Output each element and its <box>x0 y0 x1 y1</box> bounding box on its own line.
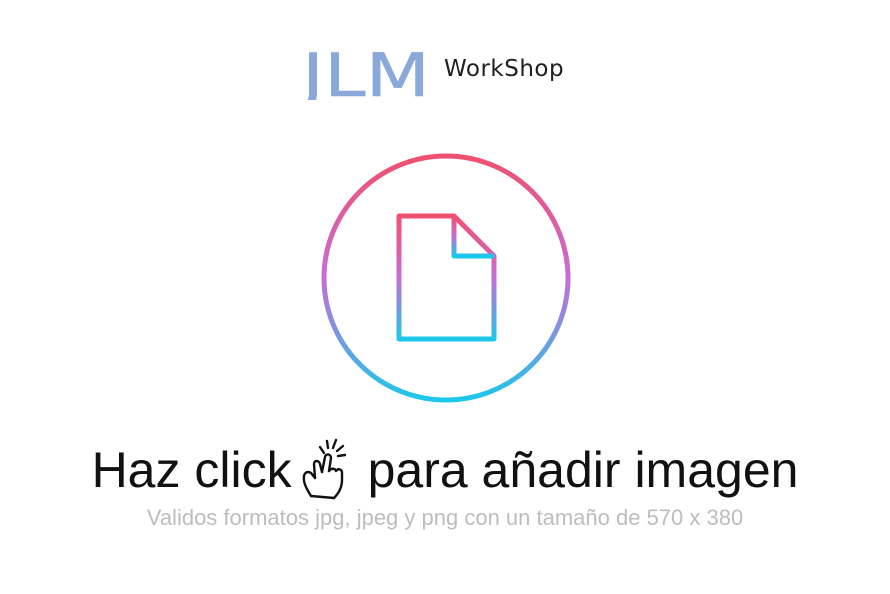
file-add-icon[interactable] <box>318 150 574 406</box>
format-hint: Validos formatos jpg, jpeg y png con un … <box>146 505 744 530</box>
upload-button[interactable] <box>318 150 574 406</box>
logo: JLM WorkShop <box>302 44 592 100</box>
tap-hand-icon <box>298 438 360 502</box>
jlm-logo-mark: JLM <box>302 44 430 100</box>
logo-wordmark: WorkShop <box>444 56 565 82</box>
svg-text:JLM: JLM <box>302 44 430 100</box>
headline-text-start: Haz click <box>91 442 292 498</box>
upload-page: JLM WorkShop Haz click para añadir image… <box>0 0 890 594</box>
headline-text-end: para añadir imagen <box>367 442 799 498</box>
upload-headline[interactable]: Haz click para añadir imagen <box>0 438 890 502</box>
